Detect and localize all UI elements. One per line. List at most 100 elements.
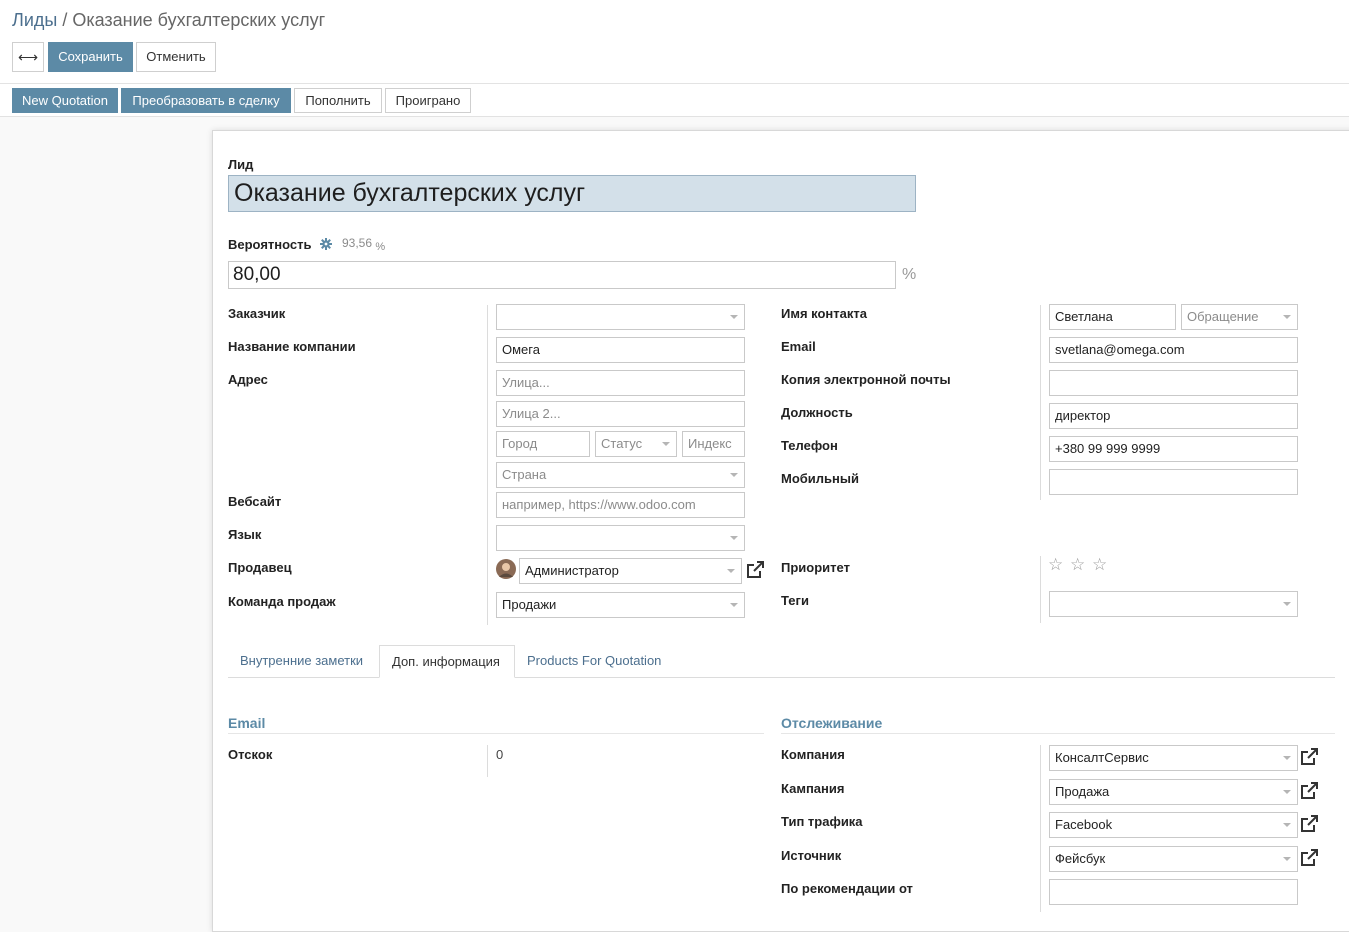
email-input[interactable]: svetlana@omega.com — [1049, 337, 1298, 363]
auto-probability-value: 93,56 — [342, 236, 373, 250]
priority-label: Приоритет — [781, 560, 850, 575]
street-input[interactable]: Улица... — [496, 370, 745, 396]
tags-label: Теги — [781, 593, 809, 608]
right-column-divider-2 — [1040, 556, 1041, 623]
breadcrumb-separator: / — [57, 10, 73, 30]
phone-label: Телефон — [781, 438, 838, 453]
lead-name-input[interactable]: Оказание бухгалтерских услуг — [228, 175, 916, 212]
campaign-select[interactable]: Продажа — [1049, 779, 1298, 805]
title-placeholder: Обращение — [1187, 309, 1259, 324]
salesperson-select[interactable]: Администратор — [519, 558, 742, 584]
email-section-divider — [228, 733, 764, 734]
star-outline-icon[interactable]: ☆ — [1048, 556, 1063, 574]
enrich-button[interactable]: Пополнить — [294, 88, 382, 113]
control-panel: Лиды / Оказание бухгалтерских услуг ⟷ Со… — [0, 0, 1349, 117]
city-input[interactable]: Город — [496, 431, 590, 457]
bounce-label: Отскок — [228, 747, 273, 762]
auto-probability: 93,56 % — [342, 236, 386, 253]
chevron-down-icon — [1283, 756, 1291, 760]
sales-team-value: Продажи — [502, 597, 557, 612]
company-name-input[interactable]: Омега — [496, 337, 745, 363]
avatar — [496, 559, 516, 579]
chevron-down-icon — [730, 603, 738, 607]
tracking-section-title: Отслеживание — [781, 715, 883, 731]
language-label: Язык — [228, 527, 262, 542]
breadcrumb-leads-link[interactable]: Лиды — [12, 10, 57, 30]
company-label: Компания — [781, 747, 845, 762]
chevron-down-icon — [1283, 602, 1291, 606]
chevron-down-icon — [1283, 857, 1291, 861]
source-value: Фейсбук — [1055, 851, 1106, 866]
country-placeholder: Страна — [502, 467, 547, 482]
bounce-value: 0 — [496, 747, 504, 762]
star-outline-icon[interactable]: ☆ — [1092, 556, 1107, 574]
salesperson-value: Администратор — [525, 563, 619, 578]
address-label: Адрес — [228, 372, 268, 387]
external-link-icon[interactable] — [745, 560, 765, 580]
website-input[interactable]: например, https://www.odoo.com — [496, 492, 745, 518]
customer-select[interactable] — [496, 304, 745, 330]
zip-input[interactable]: Индекс — [682, 431, 745, 457]
probability-input[interactable]: 80,00 — [228, 261, 896, 289]
medium-select[interactable]: Facebook — [1049, 812, 1298, 838]
new-quotation-button[interactable]: New Quotation — [12, 88, 118, 113]
medium-label: Тип трафика — [781, 814, 863, 829]
referred-input[interactable] — [1049, 879, 1298, 905]
probability-label: Вероятность — [228, 237, 312, 252]
tab-products-for-quotation[interactable]: Products For Quotation — [515, 645, 673, 678]
tags-select[interactable] — [1049, 591, 1298, 617]
external-link-icon[interactable] — [1299, 814, 1319, 834]
title-select[interactable]: Обращение — [1181, 304, 1298, 330]
chevron-down-icon — [730, 536, 738, 540]
chevron-down-icon — [730, 315, 738, 319]
country-select[interactable]: Страна — [496, 462, 745, 488]
expand-toggle-button[interactable]: ⟷ — [12, 42, 44, 72]
mobile-input[interactable] — [1049, 469, 1298, 495]
sales-team-select[interactable]: Продажи — [496, 592, 745, 618]
gear-icon[interactable] — [320, 238, 332, 250]
convert-to-deal-button[interactable]: Преобразовать в сделку — [121, 88, 291, 113]
job-position-input[interactable]: директор — [1049, 403, 1298, 429]
source-label: Источник — [781, 848, 842, 863]
header-divider — [0, 83, 1349, 84]
campaign-label: Кампания — [781, 781, 845, 796]
external-link-icon[interactable] — [1299, 781, 1319, 801]
email-label: Email — [781, 339, 816, 354]
breadcrumb-current: Оказание бухгалтерских услуг — [72, 10, 326, 30]
phone-input[interactable]: +380 99 999 9999 — [1049, 436, 1298, 462]
company-select[interactable]: КонсалтСервис — [1049, 745, 1298, 771]
email-section-title: Email — [228, 715, 266, 731]
save-button[interactable]: Сохранить — [48, 42, 133, 72]
sales-team-label: Команда продаж — [228, 594, 336, 609]
referred-label: По рекомендации от — [781, 881, 913, 896]
cancel-button[interactable]: Отменить — [136, 42, 216, 72]
breadcrumb: Лиды / Оказание бухгалтерских услуг — [12, 10, 325, 31]
tracking-column-divider — [1040, 745, 1041, 912]
contact-name-input[interactable]: Светлана — [1049, 304, 1176, 330]
probability-unit: % — [902, 266, 917, 283]
chevron-down-icon — [1283, 823, 1291, 827]
language-select[interactable] — [496, 525, 745, 551]
star-outline-icon[interactable]: ☆ — [1070, 556, 1085, 574]
email-cc-label: Копия электронной почты — [781, 372, 951, 387]
email-column-divider — [487, 745, 488, 777]
street2-input[interactable]: Улица 2... — [496, 401, 745, 427]
email-cc-input[interactable] — [1049, 370, 1298, 396]
company-name-label: Название компании — [228, 339, 356, 354]
lead-label: Лид — [228, 157, 254, 172]
chevron-down-icon — [1283, 315, 1291, 319]
auto-probability-unit: % — [375, 241, 386, 253]
left-column-divider — [487, 305, 488, 625]
external-link-icon[interactable] — [1299, 848, 1319, 868]
tab-extra-info[interactable]: Доп. информация — [379, 645, 515, 678]
chevron-down-icon — [727, 569, 735, 573]
salesperson-label: Продавец — [228, 560, 292, 575]
external-link-icon[interactable] — [1299, 747, 1319, 767]
source-select[interactable]: Фейсбук — [1049, 846, 1298, 872]
campaign-value: Продажа — [1055, 784, 1110, 799]
mark-lost-button[interactable]: Проиграно — [385, 88, 471, 113]
medium-value: Facebook — [1055, 817, 1113, 832]
state-select[interactable]: Статус — [595, 431, 677, 457]
tracking-section-divider — [781, 733, 1335, 734]
tab-internal-notes[interactable]: Внутренние заметки — [228, 645, 375, 678]
